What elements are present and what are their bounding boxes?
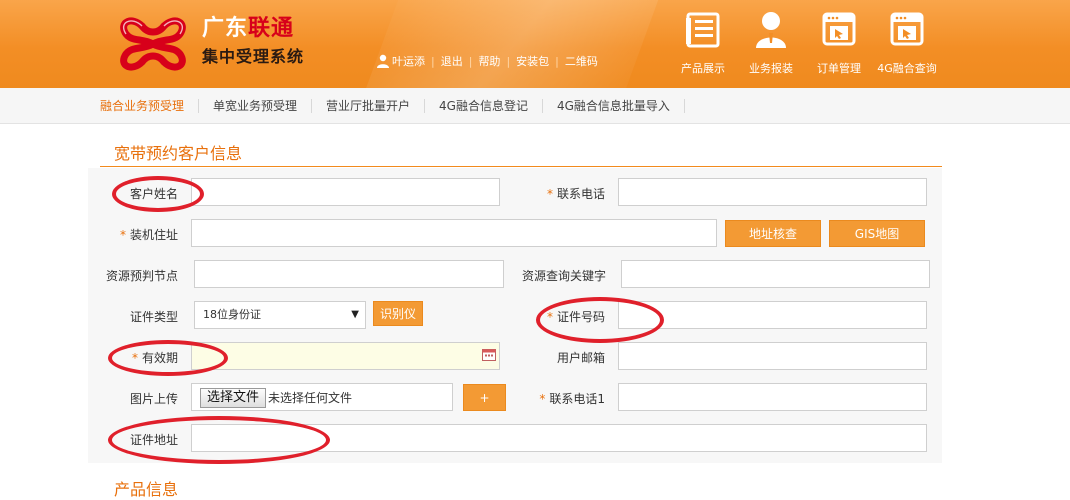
china-unicom-logo-icon	[120, 17, 186, 71]
id-reader-button[interactable]: 识别仪	[373, 301, 423, 326]
tab-broadband-prebooking[interactable]: 单宽业务预受理	[199, 99, 313, 113]
newspaper-icon	[686, 12, 720, 48]
calendar-icon[interactable]	[482, 348, 496, 361]
user-icon	[377, 54, 389, 68]
header-sheen	[347, 0, 673, 88]
nav-label: 订单管理	[817, 62, 861, 75]
help-link[interactable]: 帮助	[478, 53, 500, 69]
nav-label: 产品展示	[681, 62, 725, 75]
file-status: 未选择任何文件	[268, 391, 353, 405]
resource-keyword-label: 资源查询关键字	[521, 269, 606, 283]
tab-converged-prebooking[interactable]: 融合业务预受理	[100, 99, 200, 113]
logout-link[interactable]: 退出	[441, 53, 463, 69]
section-divider	[100, 166, 942, 167]
qr-code-link[interactable]: 二维码	[565, 53, 598, 69]
address-check-button[interactable]: 地址核查	[725, 220, 821, 247]
cursor-window-icon	[890, 12, 924, 46]
image-upload-field: 选择文件 未选择任何文件	[191, 383, 453, 411]
install-address-label: * 装机住址	[119, 228, 178, 242]
gis-map-button[interactable]: GIS地图	[829, 220, 925, 247]
sub-nav: 融合业务预受理 单宽业务预受理 营业厅批量开户 4G融合信息登记 4G融合信息批…	[0, 88, 1070, 124]
resource-node-label: 资源预判节点	[105, 269, 178, 283]
phone-input[interactable]	[618, 178, 927, 206]
resource-node-input[interactable]	[194, 260, 504, 288]
validity-date-input[interactable]	[191, 342, 500, 370]
nav-label: 业务报装	[749, 62, 793, 75]
choose-file-button[interactable]: 选择文件	[200, 388, 267, 408]
phone1-input[interactable]	[618, 383, 927, 411]
brand-title: 广东联通 集中受理系统	[202, 16, 304, 68]
email-input[interactable]	[618, 342, 927, 370]
nav-label: 4G融合查询	[877, 62, 937, 75]
email-label: 用户邮箱	[556, 351, 605, 365]
tab-4g-batch-import[interactable]: 4G融合信息批量导入	[543, 99, 685, 113]
app-header: 广东联通 集中受理系统 叶运添 | 退出 | 帮助 | 安装包 | 二维码 产品…	[0, 0, 1070, 88]
nav-product-showcase[interactable]: 产品展示	[670, 10, 736, 76]
add-image-button[interactable]: +	[463, 384, 506, 411]
user-links: 叶运添 | 退出 | 帮助 | 安装包 | 二维码	[376, 53, 598, 69]
username-link[interactable]: 叶运添	[392, 53, 425, 69]
id-number-input[interactable]	[618, 301, 927, 329]
customer-name-input[interactable]	[191, 178, 500, 206]
section-title-customer-info: 宽带预约客户信息	[114, 144, 243, 163]
tab-4g-info-register[interactable]: 4G融合信息登记	[425, 99, 543, 113]
id-type-selected: 18位身份证	[203, 308, 261, 321]
section-title-product-info: 产品信息	[114, 480, 179, 499]
system-name: 集中受理系统	[202, 47, 305, 66]
nav-order-management[interactable]: 订单管理	[806, 10, 872, 76]
user-icon	[756, 12, 786, 48]
annotation-ellipse-id-number	[536, 297, 664, 343]
annotation-ellipse-validity	[108, 340, 228, 376]
top-nav: 产品展示 业务报装 订单管理 4G融合查询	[670, 10, 942, 76]
phone1-label: * 联系电话1	[539, 392, 605, 406]
resource-keyword-input[interactable]	[621, 260, 930, 288]
cursor-window-icon	[822, 12, 856, 46]
annotation-ellipse-customer-name	[112, 176, 204, 212]
brand-name: 联通	[248, 16, 295, 41]
chevron-down-icon: ▼	[351, 309, 359, 320]
id-type-select[interactable]: 18位身份证 ▼	[194, 301, 366, 329]
brand-region: 广东	[202, 16, 249, 41]
phone-label: * 联系电话	[546, 187, 605, 201]
tab-store-batch-open[interactable]: 营业厅批量开户	[312, 99, 426, 113]
annotation-ellipse-id-address	[108, 416, 330, 464]
install-package-link[interactable]: 安装包	[516, 53, 549, 69]
image-upload-label: 图片上传	[129, 392, 178, 406]
id-type-label: 证件类型	[129, 310, 178, 324]
nav-4g-query[interactable]: 4G融合查询	[874, 10, 940, 76]
nav-business-install[interactable]: 业务报装	[738, 10, 804, 76]
install-address-input[interactable]	[191, 219, 717, 247]
